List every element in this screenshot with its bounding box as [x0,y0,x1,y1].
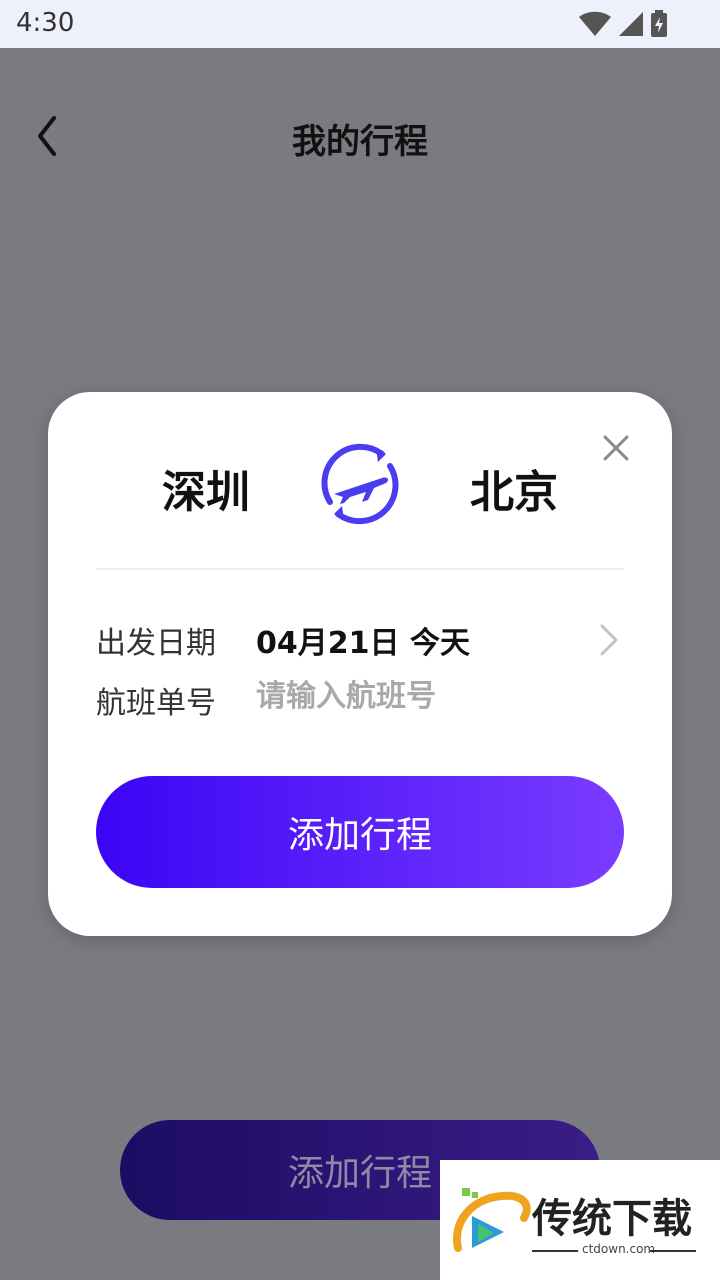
watermark-site: ctdown.com [582,1242,656,1256]
add-trip-dialog: 深圳 北京 出发日期 04月21日 今天 航班单号 添加行程 [48,392,672,936]
flight-number-label: 航班单号 [96,686,216,721]
plane-swap-icon[interactable] [316,440,404,528]
status-icons [578,10,668,38]
to-city[interactable]: 北京 [470,456,558,520]
from-city[interactable]: 深圳 [162,456,250,520]
status-time: 4:30 [16,8,75,38]
battery-icon [651,10,667,37]
flight-number-input[interactable] [256,674,586,718]
signal-icon [619,12,643,36]
watermark-logo-icon [452,1188,531,1252]
watermark-line-right [650,1250,696,1252]
watermark-logo: 传统下载 ctdown.com [440,1160,720,1280]
status-bar: 4:30 [0,0,720,48]
departure-date-label: 出发日期 [96,626,216,661]
page-title: 我的行程 [292,122,428,162]
departure-date-value[interactable]: 04月21日 今天 [256,618,470,662]
chevron-right-icon[interactable] [594,620,622,660]
watermark-text: 传统下载 [532,1196,692,1242]
divider [96,568,624,570]
watermark-line-left [532,1250,578,1252]
wifi-icon [579,11,611,36]
close-icon[interactable] [602,434,630,462]
add-trip-button[interactable]: 添加行程 [96,776,624,888]
